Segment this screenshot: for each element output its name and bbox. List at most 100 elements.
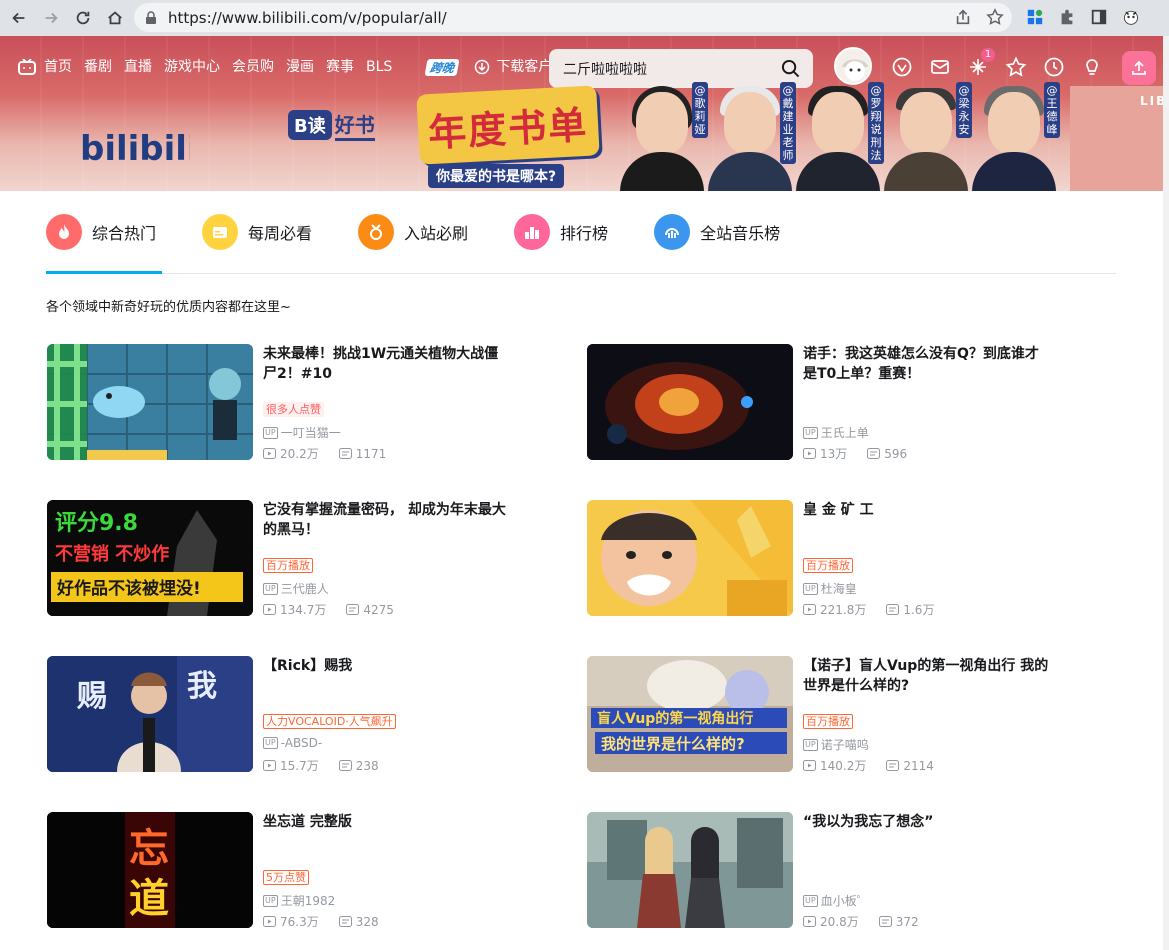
video-thumbnail[interactable] — [587, 812, 793, 928]
video-card[interactable]: 未来最棒！挑战1W元通关植物大战僵尸2！#10 很多人点赞 UP 一叮当猫一 20… — [47, 344, 547, 462]
danmaku-icon — [878, 916, 892, 927]
nav-home[interactable]: 首页 — [44, 57, 72, 77]
address-bar[interactable]: https://www.bilibili.com/v/popular/all/ — [134, 3, 1012, 32]
vip-icon[interactable] — [891, 56, 913, 78]
video-thumbnail[interactable] — [47, 344, 253, 460]
danmaku-icon — [886, 760, 900, 771]
side-panel-icon[interactable] — [1090, 8, 1108, 26]
up-icon: UP — [803, 738, 818, 751]
creative-bulb-icon[interactable] — [1081, 56, 1103, 78]
video-thumbnail[interactable]: 赐 我 — [47, 656, 253, 772]
danmaku-count: 1.6万 — [903, 603, 935, 617]
forward-icon[interactable] — [36, 3, 66, 33]
view-count: 20.8万 — [820, 915, 859, 929]
dynamic-icon[interactable]: 1 — [967, 48, 995, 78]
danmaku-count: 596 — [884, 446, 908, 461]
avatar[interactable] — [834, 47, 872, 85]
svg-text:好作品不该被埋没!: 好作品不该被埋没! — [56, 578, 201, 599]
video-title[interactable]: 它没有掌握流量密码， 却成为年末最大的黑马！ — [263, 500, 511, 540]
tab-must-see-classics[interactable]: 入站必刷 — [358, 211, 468, 253]
bookmark-star-icon[interactable] — [986, 8, 1004, 26]
danmaku-count: 328 — [355, 914, 379, 929]
banner-person: @王德峰 — [972, 82, 1060, 191]
svg-text:赐: 赐 — [76, 679, 107, 714]
nav-manga[interactable]: 漫画 — [286, 57, 314, 77]
play-count-icon — [263, 916, 276, 927]
favorites-star-icon[interactable] — [1005, 56, 1027, 78]
scrollbar[interactable] — [1163, 36, 1169, 950]
play-count-icon — [263, 760, 276, 771]
uploader[interactable]: UP -ABSD- — [263, 736, 322, 750]
danmaku-count: 2114 — [903, 758, 934, 773]
search-icon[interactable] — [781, 59, 800, 78]
uploader[interactable]: UP 三代鹿人 — [263, 580, 329, 597]
share-icon[interactable] — [954, 8, 972, 26]
video-title[interactable]: 未来最棒！挑战1W元通关植物大战僵尸2！#10 — [263, 344, 511, 384]
danmaku-count: 1171 — [355, 446, 387, 461]
extension-app-icon[interactable] — [1026, 8, 1044, 26]
video-title[interactable]: 【诺子】盲人Vup的第一视角出行 我的世界是什么样的? — [803, 656, 1051, 696]
uploader[interactable]: UP 王朝1982 — [263, 892, 335, 909]
up-icon: UP — [263, 582, 278, 595]
video-title[interactable]: 皇 金 矿 工 — [803, 500, 1051, 520]
upload-icon — [1132, 60, 1146, 75]
video-stats: 20.2万 1171 — [263, 445, 386, 462]
nav-live[interactable]: 直播 — [124, 57, 152, 77]
profile-icon[interactable] — [1122, 8, 1140, 26]
svg-text:评分9.8: 评分9.8 — [55, 511, 138, 536]
video-thumbnail[interactable]: 忘 道 — [47, 812, 253, 928]
tab-music-chart[interactable]: 全站音乐榜 — [654, 211, 780, 253]
video-tag: 人力VOCALOID·人气飙升 — [263, 714, 396, 729]
music-bars-icon — [654, 214, 691, 250]
tab-ranking[interactable]: 排行榜 — [514, 211, 608, 253]
video-card[interactable]: 诺手：我这英雄怎么没有Q？到底谁才是T0上单？重赛！ UP 王氏上单 13万 59… — [587, 344, 1087, 462]
back-icon[interactable] — [4, 3, 34, 33]
video-thumbnail[interactable] — [587, 500, 793, 616]
video-card[interactable]: 评分9.8 不营销 不炒作 好作品不该被埋没! 它没有掌握流量密码， 却成为年末… — [47, 500, 547, 617]
uploader[interactable]: UP 诺子喵呜 — [803, 736, 869, 753]
uploader[interactable]: UP 杜海皇 — [803, 580, 857, 597]
extensions-puzzle-icon[interactable] — [1058, 8, 1076, 26]
tab-weekly-must-watch[interactable]: 每周必看 — [202, 211, 312, 253]
video-title[interactable]: 【Rick】赐我 — [263, 656, 511, 676]
nav-bls[interactable]: BLS — [366, 57, 392, 77]
nav-esports[interactable]: 赛事 — [326, 57, 354, 77]
video-title[interactable]: 坐忘道 完整版 — [263, 812, 511, 832]
danmaku-icon — [338, 448, 352, 459]
view-count: 221.8万 — [820, 603, 867, 617]
tab-comprehensive-hot[interactable]: 综合热门 — [46, 211, 156, 253]
video-thumbnail[interactable] — [587, 344, 793, 460]
video-thumbnail[interactable]: 盲人Vup的第一视角出行 我的世界是什么样的? — [587, 656, 793, 772]
video-card[interactable]: 忘 道 坐忘道 完整版 5万点赞 UP 王朝1982 76.3万 328 — [47, 812, 547, 929]
nav-ku-wan[interactable]: 跨晚 — [424, 58, 460, 76]
nav-mall[interactable]: 会员购 — [232, 57, 274, 77]
video-stats: 13万 596 — [803, 445, 907, 462]
uploader[interactable]: UP 一叮当猫一 — [263, 424, 341, 441]
nav-anime[interactable]: 番剧 — [84, 57, 112, 77]
video-title[interactable]: “我以为我忘了想念” — [803, 812, 1051, 832]
video-card[interactable]: 盲人Vup的第一视角出行 我的世界是什么样的? 【诺子】盲人Vup的第一视角出行… — [587, 656, 1087, 773]
history-clock-icon[interactable] — [1043, 56, 1065, 78]
nav-game-center[interactable]: 游戏中心 — [164, 57, 220, 77]
search-input[interactable]: 二斤啦啦啦啦 — [563, 59, 647, 79]
home-icon[interactable] — [100, 3, 130, 33]
bilibili-logo[interactable]: bilibili — [80, 118, 190, 173]
video-title[interactable]: 诺手：我这英雄怎么没有Q？到底谁才是T0上单？重赛！ — [803, 344, 1051, 384]
message-icon[interactable] — [929, 56, 951, 78]
url-text: https://www.bilibili.com/v/popular/all/ — [168, 8, 447, 27]
popular-tabs: 综合热门 每周必看 入站必刷 排行榜 全站音乐榜 — [46, 211, 826, 253]
video-thumbnail[interactable]: 评分9.8 不营销 不炒作 好作品不该被埋没! — [47, 500, 253, 616]
upload-button[interactable] — [1122, 51, 1156, 85]
danmaku-count: 4275 — [363, 602, 394, 617]
danmaku-icon — [338, 760, 352, 771]
video-card[interactable]: 赐 我 【Rick】赐我 人力VOCALOID·人气飙升 UP -ABSD- 15… — [47, 656, 547, 773]
video-card[interactable]: “我以为我忘了想念” UP 血小板゜ 20.8万 372 — [587, 812, 1087, 929]
reload-icon[interactable] — [68, 3, 98, 33]
uploader[interactable]: UP 血小板゜ — [803, 892, 869, 909]
search-box[interactable]: 二斤啦啦啦啦 — [549, 49, 813, 88]
video-card[interactable]: 皇 金 矿 工 百万播放 UP 杜海皇 221.8万 1.6万 — [587, 500, 1087, 617]
annual-booklist-title[interactable]: 年度书单 — [416, 85, 600, 165]
up-icon: UP — [803, 894, 818, 907]
danmaku-icon — [346, 604, 360, 615]
uploader[interactable]: UP 王氏上单 — [803, 424, 869, 441]
